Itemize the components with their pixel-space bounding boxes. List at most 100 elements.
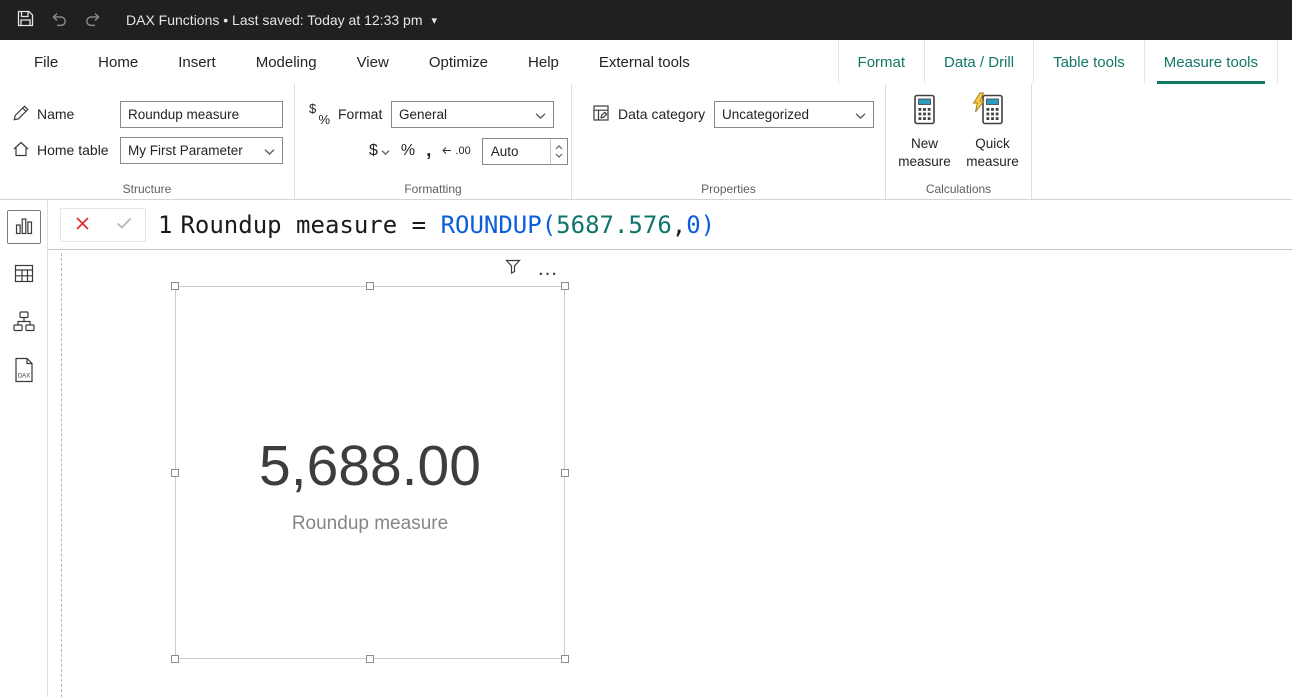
card-visual[interactable]: … 5,688.00 Roundup measure <box>175 286 565 659</box>
decimal-places-spinner[interactable]: Auto <box>482 138 568 165</box>
checkmark-icon <box>116 217 132 232</box>
dollar-icon: $ <box>369 142 378 160</box>
save-button[interactable] <box>8 5 42 35</box>
dax-query-view-button[interactable]: DAX <box>7 354 41 388</box>
tab-file[interactable]: File <box>14 40 78 84</box>
undo-button[interactable] <box>42 5 76 35</box>
view-sidebar: DAX <box>0 200 48 697</box>
ribbon-group-calculations: New measure Quick measure Calculations <box>886 84 1032 199</box>
page-edge-guide <box>61 253 62 697</box>
percent-format-button[interactable]: % <box>401 142 415 160</box>
format-dropdown[interactable]: General <box>391 101 554 128</box>
measure-name-input[interactable] <box>120 101 283 128</box>
ribbon: Name Home table My First Parameter Struc… <box>0 84 1292 200</box>
spinner-arrows[interactable] <box>550 139 567 164</box>
formula-number-arg: 5687.576 <box>556 211 672 239</box>
formula-digits-arg: 0 <box>686 211 700 239</box>
title-caret-icon: ▾ <box>431 14 437 27</box>
more-options-icon[interactable]: … <box>537 263 558 275</box>
rename-icon <box>12 104 30 125</box>
calculator-icon <box>911 94 938 128</box>
percent-icon: % <box>401 142 415 160</box>
resize-handle-bottom-left[interactable] <box>171 655 179 663</box>
tab-view[interactable]: View <box>337 40 409 84</box>
name-field-label: Name <box>12 104 120 125</box>
report-view-button[interactable] <box>7 210 41 244</box>
calculations-group-label: Calculations <box>886 182 1031 196</box>
formula-open-paren: ( <box>542 211 556 239</box>
tab-format[interactable]: Format <box>838 40 925 84</box>
home-icon <box>12 140 30 161</box>
ribbon-tab-bar: File Home Insert Modeling View Optimize … <box>0 40 1292 84</box>
resize-handle-top-middle[interactable] <box>366 282 374 290</box>
thousands-separator-button[interactable]: , <box>426 144 431 158</box>
comma-icon: , <box>426 144 431 158</box>
chevron-down-icon <box>555 153 563 158</box>
currency-format-button[interactable]: $ <box>369 142 390 160</box>
dax-badge: DAX <box>17 373 29 379</box>
ribbon-empty-area <box>1032 84 1292 199</box>
document-title-text: DAX Functions • Last saved: Today at 12:… <box>126 12 422 28</box>
tab-external-tools[interactable]: External tools <box>579 40 710 84</box>
decimal-arrow-icon <box>442 142 452 160</box>
title-bar: DAX Functions • Last saved: Today at 12:… <box>0 0 1292 40</box>
formula-function: ROUNDUP <box>441 211 542 239</box>
tab-data-drill[interactable]: Data / Drill <box>924 40 1033 84</box>
home-table-dropdown[interactable]: My First Parameter <box>120 137 283 164</box>
data-category-icon <box>592 104 610 125</box>
tab-insert[interactable]: Insert <box>158 40 236 84</box>
data-view-button[interactable] <box>7 258 41 292</box>
decimal-places-button[interactable]: .00 <box>442 142 470 160</box>
tab-table-tools[interactable]: Table tools <box>1033 40 1144 84</box>
decimal-places-icon: .00 <box>455 145 470 157</box>
formula-bar[interactable]: 1 Roundup measure = ROUNDUP(5687.576,0) <box>48 200 1292 250</box>
resize-handle-top-right[interactable] <box>561 282 569 290</box>
lightning-bolt-icon <box>972 92 985 113</box>
tab-home[interactable]: Home <box>78 40 158 84</box>
formatting-group-label: Formatting <box>295 182 571 196</box>
undo-icon <box>49 9 69 32</box>
dax-formula[interactable]: Roundup measure = ROUNDUP(5687.576,0) <box>180 211 715 239</box>
format-icon: $% <box>309 104 331 124</box>
save-icon <box>16 9 35 31</box>
close-icon <box>75 216 90 234</box>
data-category-label: Data category <box>592 104 714 125</box>
commit-formula-button[interactable] <box>103 209 145 241</box>
tab-optimize[interactable]: Optimize <box>409 40 508 84</box>
home-table-label: Home table <box>12 140 120 161</box>
tab-modeling[interactable]: Modeling <box>236 40 337 84</box>
quick-measure-button[interactable]: Quick measure <box>961 94 1025 171</box>
formula-comma: , <box>672 211 686 239</box>
document-title[interactable]: DAX Functions • Last saved: Today at 12:… <box>126 12 437 28</box>
formula-equals: = <box>397 211 440 239</box>
redo-button[interactable] <box>76 5 110 35</box>
ribbon-group-structure: Name Home table My First Parameter Struc… <box>0 84 295 199</box>
quick-measure-icon <box>979 94 1006 128</box>
tab-help[interactable]: Help <box>508 40 579 84</box>
structure-group-label: Structure <box>0 182 294 196</box>
card-label: Roundup measure <box>176 513 564 535</box>
data-category-dropdown[interactable]: Uncategorized <box>714 101 874 128</box>
powerbi-window: DAX Functions • Last saved: Today at 12:… <box>0 0 1292 697</box>
dax-query-icon: DAX <box>13 357 35 386</box>
cancel-formula-button[interactable] <box>61 209 103 241</box>
resize-handle-bottom-right[interactable] <box>561 655 569 663</box>
ribbon-group-formatting: $% Format General $ % , <box>295 84 572 199</box>
properties-group-label: Properties <box>572 182 885 196</box>
resize-handle-bottom-middle[interactable] <box>366 655 374 663</box>
work-main: 1 Roundup measure = ROUNDUP(5687.576,0) … <box>48 200 1292 697</box>
tab-measure-tools[interactable]: Measure tools <box>1144 40 1278 84</box>
filter-icon[interactable] <box>505 259 521 279</box>
card-value: 5,688.00 <box>176 433 564 499</box>
formula-measure-name: Roundup measure <box>180 211 397 239</box>
workspace: DAX 1 <box>0 200 1292 697</box>
new-measure-button[interactable]: New measure <box>893 94 957 171</box>
report-canvas[interactable]: … 5,688.00 Roundup measure <box>48 250 1292 697</box>
formula-line-number: 1 <box>158 211 172 239</box>
redo-icon <box>83 9 103 32</box>
model-icon <box>13 311 35 335</box>
resize-handle-top-left[interactable] <box>171 282 179 290</box>
chevron-down-icon <box>381 142 390 160</box>
visual-hover-toolbar: … <box>505 259 558 279</box>
model-view-button[interactable] <box>7 306 41 340</box>
